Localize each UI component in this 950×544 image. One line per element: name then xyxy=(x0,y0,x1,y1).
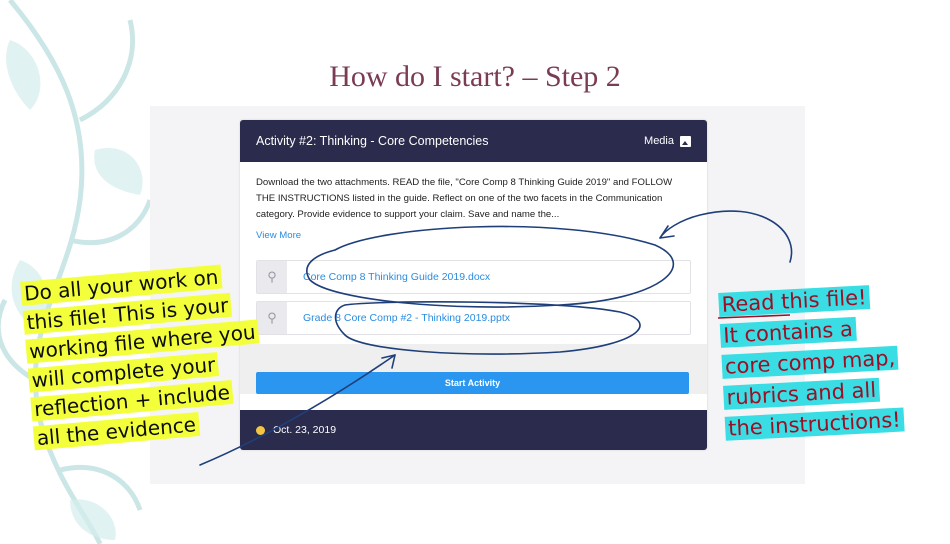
activity-card: Activity #2: Thinking - Core Competencie… xyxy=(240,120,707,450)
left-annotation: Do all your work on this file! This is y… xyxy=(20,260,267,454)
right-annotation: Read this file! It contains a core comp … xyxy=(718,281,905,445)
card-header: Activity #2: Thinking - Core Competencie… xyxy=(240,120,707,162)
view-more-link[interactable]: View More xyxy=(240,230,707,241)
paperclip-icon: ⚲ xyxy=(257,261,287,293)
attachment-name[interactable]: Grade 8 Core Comp #2 - Thinking 2019.ppt… xyxy=(303,312,510,324)
paperclip-icon: ⚲ xyxy=(257,302,287,334)
media-button[interactable]: Media xyxy=(644,135,691,147)
attachment-pptx[interactable]: ⚲ Grade 8 Core Comp #2 - Thinking 2019.p… xyxy=(256,301,691,335)
media-label: Media xyxy=(644,135,674,147)
activity-title: Activity #2: Thinking - Core Competencie… xyxy=(256,134,489,148)
start-activity-button[interactable]: Start Activity xyxy=(256,372,689,394)
slide-title: How do I start? – Step 2 xyxy=(329,60,621,93)
attachment-docx[interactable]: ⚲ Core Comp 8 Thinking Guide 2019.docx xyxy=(256,260,691,294)
image-icon xyxy=(680,135,691,147)
attachment-name[interactable]: Core Comp 8 Thinking Guide 2019.docx xyxy=(303,271,490,283)
activity-date: Oct. 23, 2019 xyxy=(273,424,337,436)
card-footer: Oct. 23, 2019 xyxy=(240,410,707,450)
activity-description: Download the two attachments. READ the f… xyxy=(256,177,673,220)
